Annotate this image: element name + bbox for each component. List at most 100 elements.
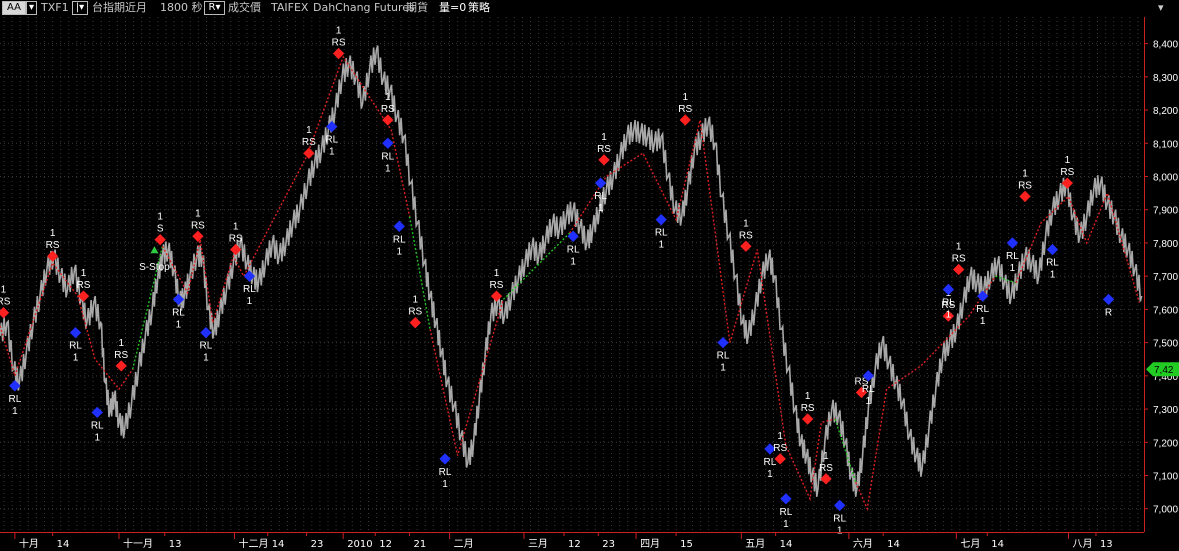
stop-signal-label: S-Stop xyxy=(139,262,170,273)
long-signal-label: 1 xyxy=(385,163,391,174)
x-tick-label: 15 xyxy=(680,539,693,550)
short-signal-label: 1 xyxy=(601,132,607,143)
long-signal-label: R xyxy=(1105,307,1112,318)
short-signal-label: RS xyxy=(0,297,11,308)
short-signal-label: 1 xyxy=(956,242,962,253)
interval-label[interactable]: 1800 秒 xyxy=(160,1,203,15)
y-tick-label: 7,000 xyxy=(1153,505,1178,516)
long-signal-label: RL xyxy=(942,297,955,308)
y-tick-label: 7,100 xyxy=(1153,472,1178,483)
x-tick-label: 14 xyxy=(780,539,793,550)
long-signal-label: 1 xyxy=(720,363,726,374)
long-signal-label: 1 xyxy=(203,353,209,364)
long-signal-label: 1 xyxy=(658,240,664,251)
x-tick-label: 14 xyxy=(887,539,900,550)
short-signal-label: 1 xyxy=(777,431,783,442)
long-signal-label: 1 xyxy=(442,479,448,490)
x-tick-label: 13 xyxy=(1100,539,1113,550)
short-signal-label: RS xyxy=(490,280,504,291)
long-signal-label: 1 xyxy=(837,525,843,536)
long-signal-label: RL xyxy=(567,244,580,255)
long-signal-label: 1 xyxy=(767,469,773,480)
x-tick-label: 二月 xyxy=(454,538,474,550)
y-tick-label: 7,200 xyxy=(1153,438,1178,449)
short-signal-label: RS xyxy=(773,443,787,454)
x-tick-label: 七月 xyxy=(960,538,980,550)
strategy-label[interactable]: 策略 xyxy=(468,1,490,15)
short-signal-label: 1 xyxy=(50,228,56,239)
short-signal-label: RS xyxy=(114,350,128,361)
x-tick-label: 三月 xyxy=(528,538,548,550)
short-signal-label: RS xyxy=(302,137,316,148)
short-signal-label: 1 xyxy=(1,285,7,296)
short-signal-label: 1 xyxy=(494,268,500,279)
long-signal-label: RL xyxy=(200,341,213,352)
short-signal-label: RS xyxy=(77,280,91,291)
aa-button[interactable]: AA xyxy=(2,1,26,15)
y-tick-label: 8,000 xyxy=(1153,172,1178,183)
long-signal-label: RL xyxy=(1046,258,1059,269)
short-signal-label: RS xyxy=(191,220,205,231)
x-tick-label: 23 xyxy=(311,539,324,550)
long-signal-label: 1 xyxy=(73,353,79,364)
price-field-label: 成交價 xyxy=(228,1,261,14)
short-signal-label: 1 xyxy=(233,222,239,233)
short-signal-label: RS xyxy=(229,234,243,245)
long-signal-label: 1 xyxy=(1050,270,1056,281)
aa-dropdown-icon[interactable]: ▾ xyxy=(26,1,37,15)
long-signal-label: 1 xyxy=(176,319,182,330)
long-signal-label: 1 xyxy=(94,432,100,443)
short-signal-label: RS xyxy=(819,463,833,474)
x-tick-label: 14 xyxy=(991,539,1004,550)
x-tick-label: 十一月 xyxy=(123,537,153,550)
x-tick-label: 12 xyxy=(568,539,581,550)
long-signal-label: RL xyxy=(381,151,394,162)
long-signal-label: RL xyxy=(594,191,607,202)
short-signal-label: 1 xyxy=(81,268,87,279)
broker-label: DahChang Futures xyxy=(313,1,415,14)
short-signal-label: RS xyxy=(408,307,422,318)
y-tick-label: 7,800 xyxy=(1153,239,1178,250)
long-signal-label: RL xyxy=(69,341,82,352)
price-chart[interactable]: 1RSRL11RSRL11RSRL11RS1SS-StopRL11RSRL11R… xyxy=(0,0,1179,551)
x-tick-label: 十二月 xyxy=(239,537,269,550)
y-tick-label: 8,100 xyxy=(1153,139,1178,150)
long-signal-label: RL xyxy=(862,384,875,395)
y-tick-label: 8,200 xyxy=(1153,106,1178,117)
x-tick-label: 14 xyxy=(272,539,285,550)
price-type-dropdown-button[interactable]: R▾ xyxy=(204,1,225,15)
long-signal-label: RL xyxy=(325,135,338,146)
short-signal-label: RS xyxy=(332,38,346,49)
long-signal-label: RL xyxy=(976,304,989,315)
long-signal-label: 1 xyxy=(980,316,986,327)
long-signal-label: 1 xyxy=(396,246,402,257)
long-signal-label: RL xyxy=(833,513,846,524)
long-signal-label: 1 xyxy=(866,396,872,407)
short-signal-label: 1 xyxy=(195,208,201,219)
long-signal-label: RL xyxy=(1006,251,1019,262)
short-signal-label: 1 xyxy=(1022,168,1028,179)
long-signal-label: RL xyxy=(172,307,185,318)
y-tick-label: 7,600 xyxy=(1153,305,1178,316)
y-tick-label: 7,500 xyxy=(1153,339,1178,350)
long-signal-label: RL xyxy=(780,507,793,518)
long-signal-label: RL xyxy=(764,457,777,468)
short-signal-label: 1 xyxy=(823,451,829,462)
symbol-label[interactable]: TXF1 xyxy=(41,1,69,15)
symbol-dropdown-button[interactable]: |▾ xyxy=(72,1,88,15)
long-signal-label: 1 xyxy=(570,256,576,267)
menu-icon[interactable]: ▾ xyxy=(1158,2,1172,14)
long-signal-label: 1 xyxy=(247,296,253,307)
long-signal-label: 1 xyxy=(598,203,604,214)
short-signal-label: RS xyxy=(1060,167,1074,178)
y-tick-label: 7,300 xyxy=(1153,405,1178,416)
long-signal-label: RL xyxy=(393,234,406,245)
short-signal-label: RS xyxy=(1018,180,1032,191)
long-signal-label: 1 xyxy=(1010,263,1016,274)
long-signal-label: RL xyxy=(91,420,104,431)
x-tick-label: 五月 xyxy=(745,538,765,550)
y-tick-label: 8,300 xyxy=(1153,73,1178,84)
short-signal-label: 1 xyxy=(118,338,124,349)
long-signal-label: RL xyxy=(717,351,730,362)
x-tick-label: 四月 xyxy=(640,538,660,550)
